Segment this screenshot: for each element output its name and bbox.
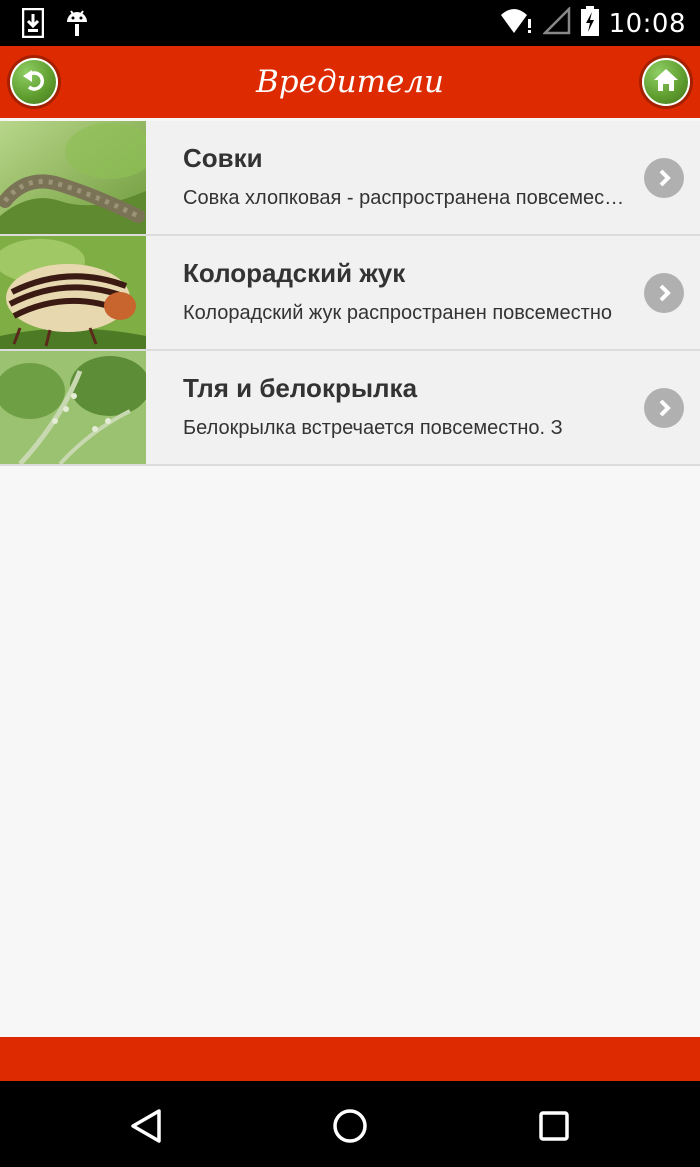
chevron-right-icon[interactable] — [644, 273, 684, 313]
home-icon — [652, 66, 680, 99]
status-right-icons: 10:08 — [500, 5, 686, 41]
android-debug-icon — [64, 8, 90, 43]
chevron-right-icon[interactable] — [644, 388, 684, 428]
status-bar: 10:08 — [0, 0, 700, 46]
home-button[interactable] — [642, 58, 690, 106]
list-item-title: Совки — [183, 143, 263, 173]
colorado-beetle-image — [0, 236, 146, 349]
back-triangle-icon[interactable] — [126, 1106, 166, 1146]
list-item-description: Белокрылка встречается повсеместно. З — [183, 417, 563, 439]
status-clock: 10:08 — [608, 8, 686, 39]
wifi-alert-icon — [500, 7, 533, 40]
aphids-image — [0, 351, 146, 464]
home-circle-icon[interactable] — [330, 1106, 370, 1146]
page-title: Вредители — [255, 64, 445, 100]
download-notification-icon — [21, 7, 45, 43]
system-navigation-bar — [0, 1081, 700, 1167]
chevron-right-icon[interactable] — [644, 158, 684, 198]
list-item[interactable]: Колорадский жук Колорадский жук распрост… — [0, 236, 700, 351]
bottom-bar — [0, 1037, 700, 1081]
list-item-title: Тля и белокрылка — [183, 373, 418, 403]
recents-square-icon[interactable] — [534, 1106, 574, 1146]
status-left-icons — [21, 7, 90, 43]
battery-charging-icon — [580, 6, 599, 41]
signal-empty-icon — [541, 5, 571, 40]
list-item-title: Колорадский жук — [183, 258, 406, 288]
pests-list: Совки Совка хлопковая - распространена п… — [0, 121, 700, 466]
list-item-description: Колорадский жук распространен повсеместн… — [183, 302, 613, 324]
caterpillar-image — [0, 121, 146, 234]
app-bar: Вредители — [0, 46, 700, 118]
list-item[interactable]: Совки Совка хлопковая - распространена п… — [0, 121, 700, 236]
list-item[interactable]: Тля и белокрылка Белокрылка встречается … — [0, 351, 700, 466]
list-item-description: Совка хлопковая - распространена повсеме… — [183, 187, 625, 209]
